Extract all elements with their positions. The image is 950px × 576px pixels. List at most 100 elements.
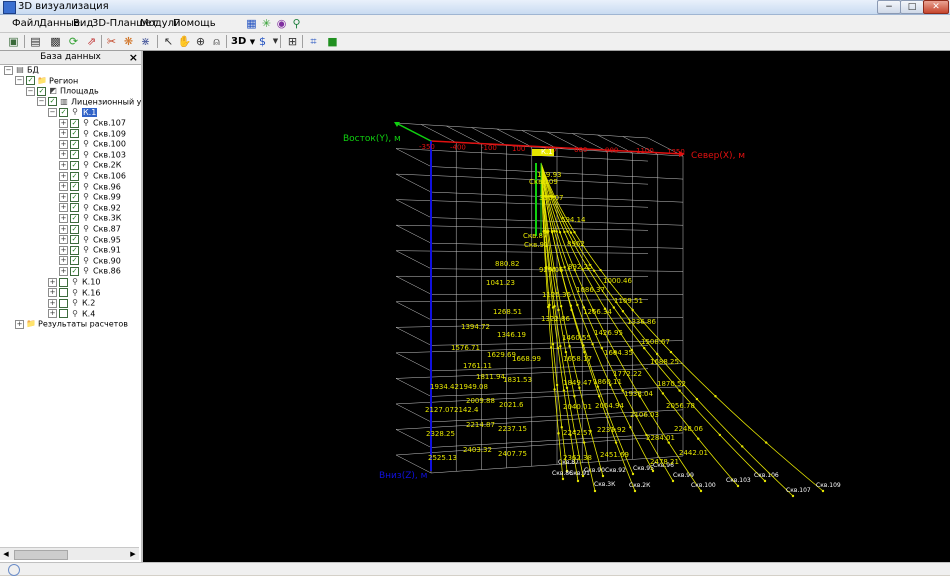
tree-node[interactable]: +✓⚲Скв.91 [59, 245, 121, 255]
globe-icon[interactable]: ◉ [275, 17, 288, 30]
expand-icon[interactable]: + [59, 119, 68, 128]
measure-icon[interactable]: ⍝ [209, 34, 224, 49]
tree-checkbox[interactable]: ✓ [26, 76, 35, 85]
wells-icon[interactable]: ⚲ [290, 17, 303, 30]
menu-help[interactable]: Помощь [171, 15, 218, 32]
expand-icon[interactable]: + [59, 172, 68, 181]
tree-node[interactable]: +✓⚲Скв.2К [59, 160, 121, 170]
tree-checkbox[interactable]: ✓ [37, 87, 46, 96]
expand-icon[interactable]: + [48, 278, 57, 287]
scroll-left-icon[interactable]: ◀ [0, 548, 12, 560]
color-icon[interactable]: ■ [325, 34, 340, 49]
tree-node[interactable]: −▤БД [4, 65, 39, 75]
3d-scene[interactable]: Скв.87Скв.86Скв.90Скв.92Скв.3КСкв.95Скв.… [143, 51, 950, 562]
tree-node[interactable]: +✓⚲Скв.100 [59, 139, 126, 149]
expand-icon[interactable]: + [59, 150, 68, 159]
expand-icon[interactable]: + [59, 161, 68, 170]
close-button[interactable]: ✕ [923, 0, 949, 14]
expand-icon[interactable]: + [59, 140, 68, 149]
well-trajectory[interactable] [541, 163, 793, 496]
maximize-button[interactable]: □ [900, 0, 924, 14]
new-icon[interactable]: ▣ [6, 34, 21, 49]
tree-node[interactable]: −✓▥Лицензионный участок [37, 97, 141, 107]
expand-icon[interactable]: + [59, 256, 68, 265]
tree-checkbox[interactable] [59, 278, 68, 287]
tree-node[interactable]: +✓⚲Скв.96 [59, 182, 121, 192]
cut-icon[interactable]: ✂ [104, 34, 119, 49]
collapse-icon[interactable]: − [4, 66, 13, 75]
expand-icon[interactable]: + [48, 309, 57, 318]
tree-checkbox[interactable]: ✓ [70, 161, 79, 170]
collapse-icon[interactable]: − [15, 76, 24, 85]
tree-checkbox[interactable]: ✓ [70, 203, 79, 212]
tree-checkbox[interactable] [59, 288, 68, 297]
tree-checkbox[interactable]: ✓ [70, 119, 79, 128]
tree-checkbox[interactable]: ✓ [70, 172, 79, 181]
tree-checkbox[interactable] [59, 309, 68, 318]
refresh-icon[interactable]: ⟳ [66, 34, 81, 49]
minimize-button[interactable]: − [877, 0, 901, 14]
tree-checkbox[interactable]: ✓ [59, 108, 68, 117]
tree-node[interactable]: +✓⚲Скв.99 [59, 192, 121, 202]
expand-icon[interactable]: + [15, 320, 24, 329]
tree-node[interactable]: −✓⚲К.1 [48, 107, 97, 117]
tree-checkbox[interactable] [59, 299, 68, 308]
tree-node[interactable]: +✓⚲Скв.90 [59, 256, 121, 266]
tree-checkbox[interactable]: ✓ [70, 256, 79, 265]
collapse-icon[interactable]: − [26, 87, 35, 96]
tree-checkbox[interactable]: ✓ [70, 246, 79, 255]
tree-node[interactable]: +📁Результаты расчетов [15, 319, 128, 329]
expand-icon[interactable]: + [59, 225, 68, 234]
tree-node[interactable]: +✓⚲Скв.95 [59, 235, 121, 245]
export-icon[interactable]: ⇗ [84, 34, 99, 49]
tree-node[interactable]: +⚲К.10 [48, 277, 100, 287]
tree-node[interactable]: +✓⚲Скв.3К [59, 213, 121, 223]
pattern-icon[interactable]: ❋ [121, 34, 136, 49]
tree-node[interactable]: +⚲К.16 [48, 288, 100, 298]
tree-node[interactable]: +✓⚲Скв.86 [59, 266, 121, 276]
save-icon[interactable]: ▩ [48, 34, 63, 49]
tree-checkbox[interactable]: ✓ [70, 182, 79, 191]
expand-icon[interactable]: + [48, 299, 57, 308]
collapse-icon[interactable]: − [37, 97, 46, 106]
collapse-icon[interactable]: − [48, 108, 57, 117]
expand-icon[interactable]: + [59, 214, 68, 223]
tree-node[interactable]: +✓⚲Скв.103 [59, 150, 126, 160]
expand-icon[interactable]: + [59, 267, 68, 276]
tree-node[interactable]: +⚲К.4 [48, 309, 95, 319]
tree-checkbox[interactable]: ✓ [70, 193, 79, 202]
expand-icon[interactable]: + [59, 246, 68, 255]
tree-checkbox[interactable]: ✓ [70, 214, 79, 223]
zoom-window-icon[interactable]: ⊞ [285, 34, 300, 49]
tree-node[interactable]: +✓⚲Скв.107 [59, 118, 126, 128]
grid-icon[interactable]: ▦ [245, 17, 258, 30]
tree-checkbox[interactable]: ✓ [70, 225, 79, 234]
layers-icon[interactable]: ▤ [28, 34, 43, 49]
tree-checkbox[interactable]: ✓ [70, 267, 79, 276]
tree-node[interactable]: +⚲К.2 [48, 298, 95, 308]
tree-node[interactable]: +✓⚲Скв.92 [59, 203, 121, 213]
tree-node[interactable]: +✓⚲Скв.87 [59, 224, 121, 234]
3d-viewport[interactable]: Скв.87Скв.86Скв.90Скв.92Скв.3КСкв.95Скв.… [143, 51, 950, 562]
expand-icon[interactable]: + [59, 235, 68, 244]
tree-checkbox[interactable]: ✓ [70, 129, 79, 138]
tree-node[interactable]: +✓⚲Скв.109 [59, 129, 126, 139]
filter-icon[interactable]: ⋇ [138, 34, 153, 49]
expand-icon[interactable]: + [59, 203, 68, 212]
tree-checkbox[interactable]: ✓ [48, 97, 57, 106]
scroll-right-icon[interactable]: ▶ [127, 548, 139, 560]
pointer-icon[interactable]: ↖ [161, 34, 176, 49]
tree-checkbox[interactable]: ✓ [70, 150, 79, 159]
snapshot-icon[interactable]: ⌗ [306, 34, 321, 49]
tree-node[interactable]: −✓◩Площадь [26, 86, 99, 96]
tree-node[interactable]: −✓📁Регион [15, 76, 78, 86]
expand-icon[interactable]: + [48, 288, 57, 297]
tree-checkbox[interactable]: ✓ [70, 235, 79, 244]
tree-checkbox[interactable]: ✓ [70, 140, 79, 149]
panel-close-button[interactable]: × [129, 51, 138, 64]
zoom-icon[interactable]: ⊕ [193, 34, 208, 49]
well-trajectory[interactable] [541, 163, 595, 491]
tree-node[interactable]: +✓⚲Скв.106 [59, 171, 126, 181]
expand-icon[interactable]: + [59, 129, 68, 138]
expand-icon[interactable]: + [59, 193, 68, 202]
